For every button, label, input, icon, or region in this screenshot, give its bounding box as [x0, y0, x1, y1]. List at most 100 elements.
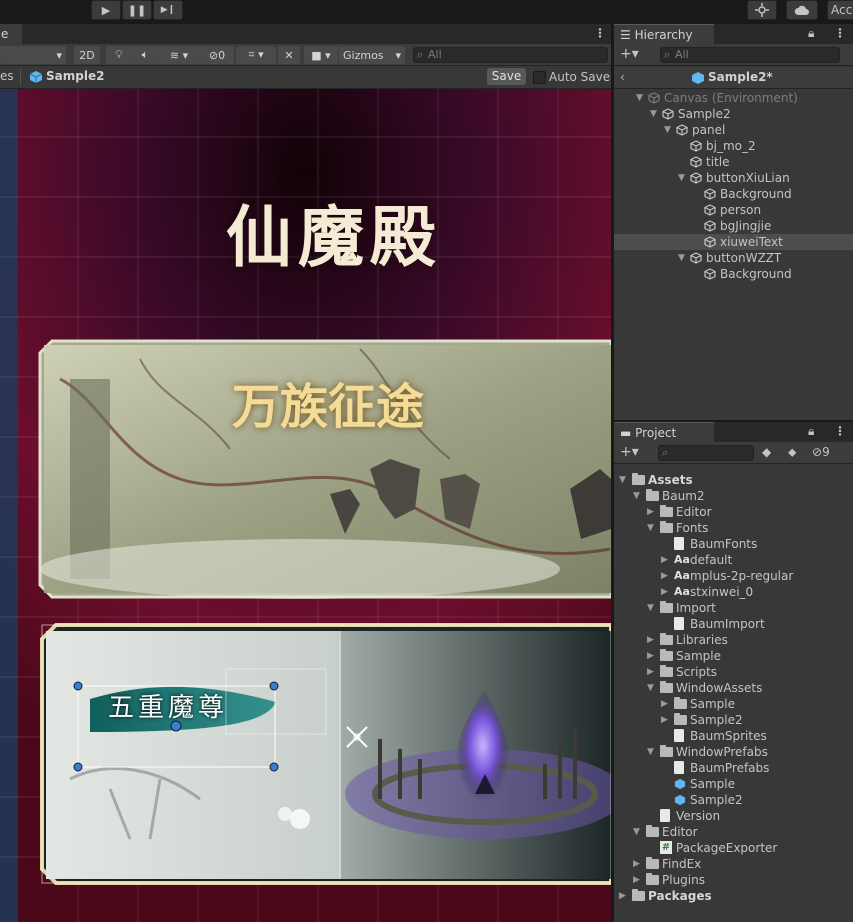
collapse-arrow-icon[interactable]: ▶: [619, 888, 626, 904]
tab-scene[interactable]: e: [0, 24, 22, 44]
breadcrumb-prefab[interactable]: Sample2: [46, 69, 104, 83]
project-item[interactable]: ▼ Baum2: [614, 488, 853, 504]
project-item[interactable]: ▼ Editor: [614, 824, 853, 840]
hierarchy-item[interactable]: bgJingjie: [614, 218, 853, 234]
collab-button[interactable]: [747, 0, 777, 20]
cloud-button[interactable]: [786, 0, 818, 20]
panel-divider[interactable]: [611, 24, 614, 922]
tools-button[interactable]: ✕: [278, 46, 300, 64]
panel-divider[interactable]: [614, 420, 853, 422]
audio-toggle[interactable]: 🔈︎: [132, 46, 158, 64]
hierarchy-search-input[interactable]: ⌕ All: [660, 47, 840, 63]
expand-arrow-icon[interactable]: ▼: [633, 488, 640, 504]
project-menu-icon[interactable]: ⋮: [834, 424, 846, 438]
hierarchy-menu-icon[interactable]: ⋮: [834, 26, 846, 40]
project-item[interactable]: BaumPrefabs: [614, 760, 853, 776]
collapse-arrow-icon[interactable]: ▶: [647, 504, 654, 520]
project-item[interactable]: ▶ Aa default: [614, 552, 853, 568]
collapse-arrow-icon[interactable]: ▶: [647, 648, 654, 664]
lock-icon[interactable]: 🔒︎: [808, 26, 814, 41]
project-item[interactable]: # PackageExporter: [614, 840, 853, 856]
project-item[interactable]: ▶ Sample: [614, 696, 853, 712]
project-item[interactable]: Version: [614, 808, 853, 824]
hierarchy-item[interactable]: ▼ buttonWZZT: [614, 250, 853, 266]
tab-hierarchy[interactable]: ☰ Hierarchy: [614, 24, 714, 44]
expand-arrow-icon[interactable]: ▼: [636, 90, 643, 106]
project-item[interactable]: ▶ Editor: [614, 504, 853, 520]
hierarchy-item[interactable]: bj_mo_2: [614, 138, 853, 154]
scene-menu-icon[interactable]: ⋮: [594, 26, 606, 40]
hierarchy-item[interactable]: Background: [614, 266, 853, 282]
hierarchy-item[interactable]: xiuweiText: [614, 234, 853, 250]
back-icon[interactable]: ‹: [620, 70, 625, 84]
collapse-arrow-icon[interactable]: ▶: [647, 664, 654, 680]
project-item[interactable]: ▼ Assets: [614, 472, 853, 488]
project-item[interactable]: BaumImport: [614, 616, 853, 632]
step-button[interactable]: ▶❙: [153, 0, 183, 20]
lighting-toggle[interactable]: 💡︎: [106, 46, 132, 64]
expand-arrow-icon[interactable]: ▼: [647, 520, 654, 536]
project-item[interactable]: ▶ Aa mplus-2p-regular: [614, 568, 853, 584]
save-button[interactable]: Save: [487, 68, 526, 85]
hierarchy-item[interactable]: ▼ buttonXiuLian: [614, 170, 853, 186]
project-item[interactable]: BaumFonts: [614, 536, 853, 552]
scene-view[interactable]: 仙魔殿 万族征途 五重魔尊: [0, 89, 611, 922]
project-item[interactable]: ▶ FindEx: [614, 856, 853, 872]
camera-dropdown[interactable]: ■ ▾: [304, 46, 338, 64]
lock-icon[interactable]: 🔒︎: [808, 424, 814, 439]
hierarchy-item[interactable]: person: [614, 202, 853, 218]
project-item[interactable]: ▶ Aa stxinwei_0: [614, 584, 853, 600]
gizmos-dropdown[interactable]: Gizmos ▾: [339, 46, 405, 64]
filter-label-icon[interactable]: ⬥: [788, 445, 796, 460]
expand-arrow-icon[interactable]: ▼: [664, 122, 671, 138]
collapse-arrow-icon[interactable]: ▶: [661, 568, 668, 584]
project-item[interactable]: BaumSprites: [614, 728, 853, 744]
expand-arrow-icon[interactable]: ▼: [619, 472, 626, 488]
filter-type-icon[interactable]: ◆: [762, 445, 771, 459]
expand-arrow-icon[interactable]: ▼: [678, 170, 685, 186]
collapse-arrow-icon[interactable]: ▶: [661, 712, 668, 728]
expand-arrow-icon[interactable]: ▼: [633, 824, 640, 840]
hierarchy-item[interactable]: Background: [614, 186, 853, 202]
expand-arrow-icon[interactable]: ▼: [647, 600, 654, 616]
expand-arrow-icon[interactable]: ▼: [647, 744, 654, 760]
expand-arrow-icon[interactable]: ▼: [678, 250, 685, 266]
project-item[interactable]: ▼ Import: [614, 600, 853, 616]
pause-button[interactable]: ❚❚: [122, 0, 152, 20]
collapse-arrow-icon[interactable]: ▶: [661, 696, 668, 712]
project-item[interactable]: ▶ Libraries: [614, 632, 853, 648]
project-item[interactable]: Sample: [614, 776, 853, 792]
scene-visibility-toggle[interactable]: ⊘ 0: [200, 46, 234, 64]
breadcrumb-prev[interactable]: es: [0, 69, 14, 83]
expand-arrow-icon[interactable]: ▼: [650, 106, 657, 122]
collapse-arrow-icon[interactable]: ▶: [633, 856, 640, 872]
play-button[interactable]: ▶: [91, 0, 121, 20]
hierarchy-item[interactable]: title: [614, 154, 853, 170]
project-item[interactable]: ▼ WindowAssets: [614, 680, 853, 696]
project-item[interactable]: ▼ WindowPrefabs: [614, 744, 853, 760]
hierarchy-item[interactable]: ▼ Sample2: [614, 106, 853, 122]
project-item[interactable]: ▶ Sample: [614, 648, 853, 664]
collapse-arrow-icon[interactable]: ▶: [661, 584, 668, 600]
auto-save-checkbox[interactable]: [533, 71, 546, 84]
project-search-input[interactable]: ⌕: [658, 445, 754, 461]
project-item[interactable]: ▶ Packages: [614, 888, 853, 904]
scene-search-input[interactable]: ⌕ All: [413, 47, 608, 63]
effects-dropdown[interactable]: ≋ ▾: [158, 46, 200, 64]
hidden-packages-toggle[interactable]: ⊘9: [812, 445, 830, 459]
grid-dropdown[interactable]: ⌗ ▾: [236, 46, 276, 64]
hierarchy-item[interactable]: ▼ panel: [614, 122, 853, 138]
collapse-arrow-icon[interactable]: ▶: [661, 552, 668, 568]
collapse-arrow-icon[interactable]: ▶: [633, 872, 640, 888]
shading-mode-dropdown[interactable]: ▾: [0, 46, 66, 64]
account-dropdown[interactable]: Acc: [827, 0, 853, 20]
project-item[interactable]: ▶ Plugins: [614, 872, 853, 888]
add-dropdown[interactable]: +▾: [620, 46, 639, 62]
hierarchy-item[interactable]: ▼ Canvas (Environment): [614, 90, 853, 106]
project-item[interactable]: ▶ Sample2: [614, 712, 853, 728]
toggle-2d-button[interactable]: 2D: [74, 46, 100, 64]
collapse-arrow-icon[interactable]: ▶: [647, 632, 654, 648]
tab-project[interactable]: ▬ Project: [614, 422, 714, 442]
expand-arrow-icon[interactable]: ▼: [647, 680, 654, 696]
project-item[interactable]: Sample2: [614, 792, 853, 808]
